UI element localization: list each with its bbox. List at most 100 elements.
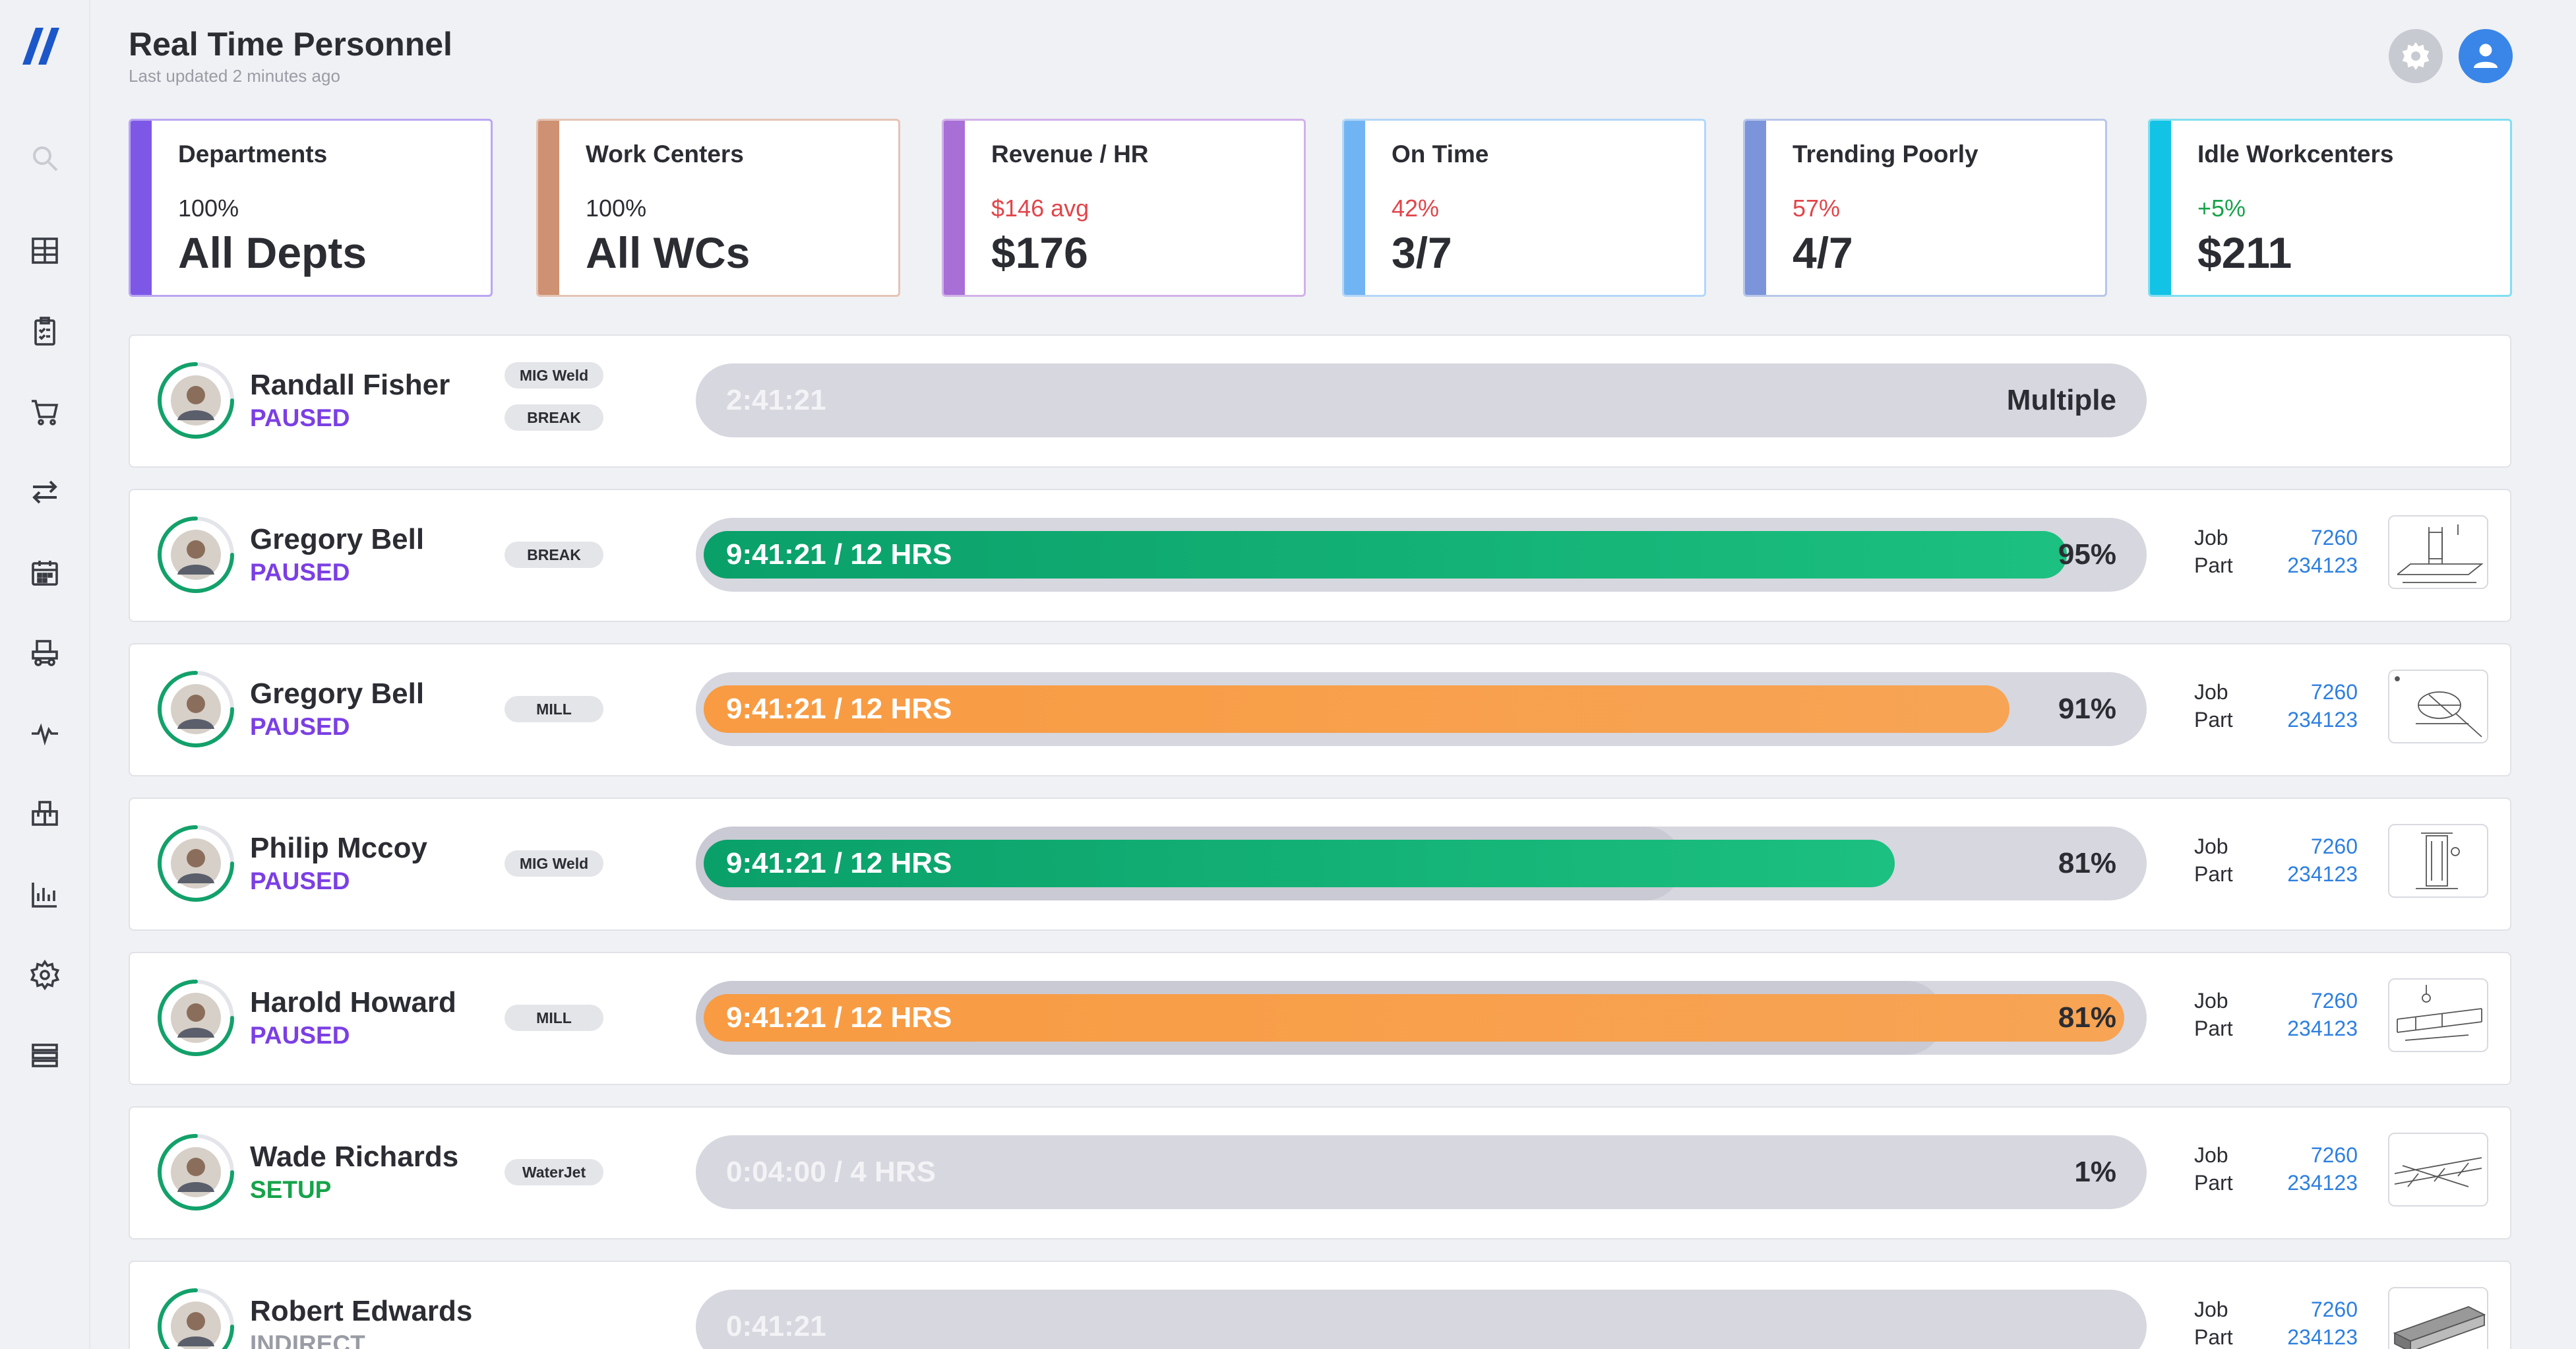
part-drawing-thumbnail[interactable]: [2388, 824, 2488, 898]
avatar[interactable]: [156, 670, 235, 749]
kpi-card-work-centers[interactable]: Work Centers 100% All WCs: [536, 119, 900, 297]
person-status: SETUP: [250, 1176, 332, 1203]
job-number-link[interactable]: 7260: [2272, 526, 2358, 550]
kpi-card-idle-workcenters[interactable]: Idle Workcenters +5% $211: [2148, 119, 2512, 297]
elapsed-time: 9:41:21 / 12 HRS: [726, 693, 952, 725]
progress-percent: 1%: [2074, 1156, 2116, 1188]
personnel-row[interactable]: Randall Fisher PAUSED MIG Weld BREAK 2:41:21…: [129, 334, 2511, 468]
part-number-link[interactable]: 234123: [2272, 553, 2358, 578]
progress-bar[interactable]: 0:41:21: [696, 1290, 2147, 1349]
kpi-sub-value: 42%: [1392, 195, 1440, 222]
calendar-icon[interactable]: [24, 551, 66, 594]
kpi-accent: [131, 121, 152, 295]
user-profile-button[interactable]: [2459, 29, 2513, 83]
settings-button[interactable]: [2389, 29, 2443, 83]
job-label: Job: [2194, 680, 2228, 704]
last-updated-text: Last updated 2 minutes ago: [129, 66, 340, 86]
kpi-card-departments[interactable]: Departments 100% All Depts: [129, 119, 493, 297]
person-status: INDIRECT: [250, 1331, 365, 1349]
avatar[interactable]: [156, 824, 235, 903]
avatar[interactable]: [156, 361, 235, 440]
job-number-link[interactable]: 7260: [2272, 1298, 2358, 1322]
kpi-sub-value: 57%: [1793, 195, 1841, 222]
person-name[interactable]: Randall Fisher: [250, 369, 450, 402]
personnel-row[interactable]: Gregory Bell PAUSED BREAK 9:41:21 / 12 HRS 9…: [129, 489, 2511, 622]
kpi-accent: [1745, 121, 1766, 295]
kpi-card-trending-poorly[interactable]: Trending Poorly 57% 4/7: [1743, 119, 2107, 297]
personnel-row[interactable]: Philip Mccoy PAUSED MIG Weld 9:41:21 / 12 H…: [129, 798, 2511, 931]
kpi-accent: [944, 121, 965, 295]
server-icon[interactable]: [24, 1034, 66, 1077]
avatar[interactable]: [156, 1287, 235, 1349]
part-drawing-thumbnail[interactable]: [2388, 670, 2488, 743]
progress-bar[interactable]: 9:41:21 / 12 HRS 91%: [696, 672, 2147, 746]
progress-percent: 81%: [2058, 847, 2116, 879]
activity-icon[interactable]: [24, 712, 66, 755]
kpi-card-on-time[interactable]: On Time 42% 3/7: [1342, 119, 1706, 297]
kpi-sub-value: $146 avg: [991, 195, 1089, 222]
bar-chart-icon[interactable]: [24, 873, 66, 916]
person-name[interactable]: Harold Howard: [250, 986, 456, 1019]
kpi-value: $176: [991, 228, 1088, 277]
page-title: Real Time Personnel: [129, 26, 452, 63]
avatar[interactable]: [156, 978, 235, 1057]
job-number-link[interactable]: 7260: [2272, 989, 2358, 1013]
kpi-sub-value: 100%: [178, 195, 239, 222]
progress-bar[interactable]: 9:41:21 / 12 HRS 95%: [696, 518, 2147, 592]
person-status: PAUSED: [250, 404, 350, 431]
progress-percent: 91%: [2058, 693, 2116, 725]
part-label: Part: [2194, 708, 2233, 732]
job-number-link[interactable]: 7260: [2272, 680, 2358, 705]
personnel-row[interactable]: Wade Richards SETUP WaterJet 0:04:00 / 4 HR…: [129, 1106, 2511, 1239]
job-number-link[interactable]: 7260: [2272, 1143, 2358, 1168]
person-name[interactable]: Robert Edwards: [250, 1295, 472, 1328]
part-drawing-thumbnail[interactable]: [2388, 1287, 2488, 1349]
clipboard-icon[interactable]: [24, 310, 66, 352]
part-drawing-thumbnail[interactable]: [2388, 515, 2488, 589]
kpi-label: Work Centers: [586, 141, 744, 168]
logo[interactable]: [21, 26, 67, 66]
part-number-link[interactable]: 234123: [2272, 708, 2358, 732]
personnel-row[interactable]: Gregory Bell PAUSED MILL 9:41:21 / 12 HRS 91…: [129, 643, 2511, 776]
kpi-value: All Depts: [178, 228, 367, 277]
operation-tag: MILL: [505, 1005, 603, 1031]
progress-bar[interactable]: 9:41:21 / 12 HRS 81%: [696, 981, 2147, 1055]
transfer-icon[interactable]: [24, 471, 66, 513]
kpi-label: Trending Poorly: [1793, 141, 1978, 168]
gear-icon[interactable]: [24, 954, 66, 996]
part-number-link[interactable]: 234123: [2272, 862, 2358, 887]
job-number-link[interactable]: 7260: [2272, 834, 2358, 859]
part-number-link[interactable]: 234123: [2272, 1017, 2358, 1041]
kpi-accent: [2150, 121, 2171, 295]
progress-bar[interactable]: 0:04:00 / 4 HRS 1%: [696, 1135, 2147, 1209]
part-drawing-thumbnail[interactable]: [2388, 1133, 2488, 1207]
personnel-row[interactable]: Harold Howard PAUSED MILL 9:41:21 / 12 HRS 8…: [129, 952, 2511, 1085]
kpi-value: $211: [2197, 228, 2292, 277]
part-drawing-thumbnail[interactable]: [2388, 978, 2488, 1052]
person-name[interactable]: Wade Richards: [250, 1141, 458, 1174]
kpi-card-revenue-hr[interactable]: Revenue / HR $146 avg $176: [942, 119, 1306, 297]
part-number-link[interactable]: 234123: [2272, 1325, 2358, 1349]
avatar[interactable]: [156, 515, 235, 594]
cart-icon[interactable]: [24, 391, 66, 433]
person-name[interactable]: Gregory Bell: [250, 677, 424, 710]
inventory-icon[interactable]: [24, 793, 66, 835]
personnel-row[interactable]: Robert Edwards INDIRECT 0:41:21 Job Part 7260…: [129, 1261, 2511, 1349]
elapsed-time: 9:41:21 / 12 HRS: [726, 847, 952, 879]
search-icon[interactable]: [24, 137, 66, 179]
kpi-sub-value: 100%: [586, 195, 647, 222]
part-number-link[interactable]: 234123: [2272, 1171, 2358, 1195]
person-status: PAUSED: [250, 867, 350, 894]
person-name[interactable]: Philip Mccoy: [250, 832, 427, 865]
gear-icon: [2402, 42, 2430, 70]
dashboard-icon[interactable]: [24, 230, 66, 272]
machine-icon[interactable]: [24, 632, 66, 674]
elapsed-time: 0:04:00 / 4 HRS: [726, 1156, 936, 1188]
progress-bar[interactable]: 9:41:21 / 12 HRS 81%: [696, 827, 2147, 900]
job-label: Job: [2194, 834, 2228, 858]
kpi-accent: [1344, 121, 1365, 295]
person-name[interactable]: Gregory Bell: [250, 523, 424, 556]
progress-bar[interactable]: 2:41:21 Multiple: [696, 363, 2147, 437]
avatar[interactable]: [156, 1133, 235, 1212]
part-label: Part: [2194, 553, 2233, 577]
